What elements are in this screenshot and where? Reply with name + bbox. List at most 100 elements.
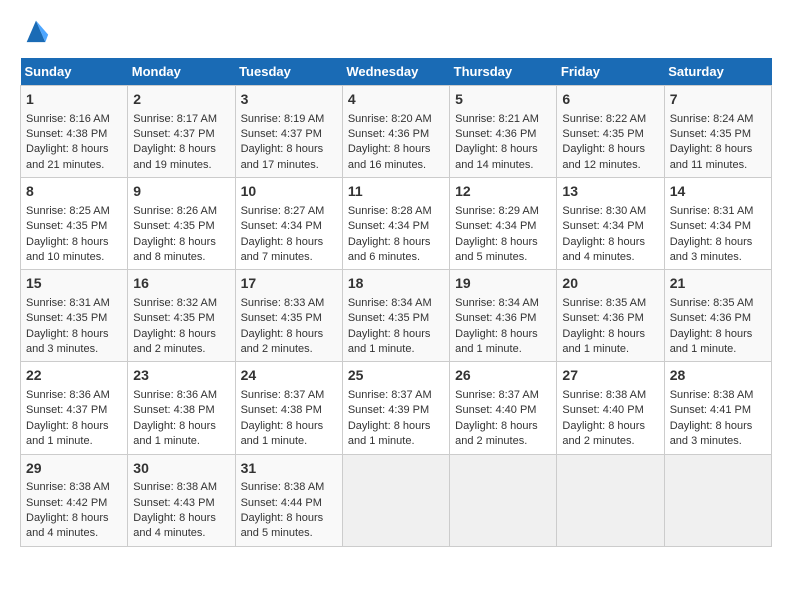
daylight-label: Daylight: 8 hours	[455, 420, 538, 432]
calendar-header-row: SundayMondayTuesdayWednesdayThursdayFrid…	[21, 58, 772, 86]
day-number: 22	[26, 366, 122, 386]
calendar-cell: 6Sunrise: 8:22 AMSunset: 4:35 PMDaylight…	[557, 86, 664, 178]
calendar-cell: 21Sunrise: 8:35 AMSunset: 4:36 PMDayligh…	[664, 270, 771, 362]
sunset-line: Sunset: 4:40 PM	[455, 404, 536, 416]
daylight-minutes: and 2 minutes.	[455, 435, 527, 447]
day-number: 27	[562, 366, 658, 386]
daylight-minutes: and 4 minutes.	[26, 527, 98, 539]
sunset-line: Sunset: 4:34 PM	[455, 220, 536, 232]
day-number: 6	[562, 90, 658, 110]
calendar-cell: 13Sunrise: 8:30 AMSunset: 4:34 PMDayligh…	[557, 178, 664, 270]
daylight-minutes: and 2 minutes.	[562, 435, 634, 447]
sunrise-line: Sunrise: 8:30 AM	[562, 205, 646, 217]
daylight-minutes: and 19 minutes.	[133, 159, 211, 171]
daylight-label: Daylight: 8 hours	[348, 236, 431, 248]
day-number: 14	[670, 182, 766, 202]
sunset-line: Sunset: 4:35 PM	[26, 312, 107, 324]
calendar-cell: 9Sunrise: 8:26 AMSunset: 4:35 PMDaylight…	[128, 178, 235, 270]
sunrise-line: Sunrise: 8:16 AM	[26, 113, 110, 125]
daylight-label: Daylight: 8 hours	[455, 143, 538, 155]
calendar-cell: 15Sunrise: 8:31 AMSunset: 4:35 PMDayligh…	[21, 270, 128, 362]
calendar-cell: 19Sunrise: 8:34 AMSunset: 4:36 PMDayligh…	[450, 270, 557, 362]
sunset-line: Sunset: 4:43 PM	[133, 497, 214, 509]
sunrise-line: Sunrise: 8:35 AM	[670, 297, 754, 309]
calendar-cell: 28Sunrise: 8:38 AMSunset: 4:41 PMDayligh…	[664, 362, 771, 454]
calendar-cell	[664, 454, 771, 546]
sunrise-line: Sunrise: 8:33 AM	[241, 297, 325, 309]
daylight-minutes: and 1 minute.	[348, 343, 415, 355]
daylight-minutes: and 5 minutes.	[455, 251, 527, 263]
sunset-line: Sunset: 4:38 PM	[26, 128, 107, 140]
daylight-label: Daylight: 8 hours	[133, 328, 216, 340]
calendar-cell	[557, 454, 664, 546]
sunrise-line: Sunrise: 8:27 AM	[241, 205, 325, 217]
day-number: 7	[670, 90, 766, 110]
daylight-label: Daylight: 8 hours	[455, 328, 538, 340]
daylight-minutes: and 10 minutes.	[26, 251, 104, 263]
sunrise-line: Sunrise: 8:38 AM	[670, 389, 754, 401]
daylight-minutes: and 7 minutes.	[241, 251, 313, 263]
calendar-week-row: 22Sunrise: 8:36 AMSunset: 4:37 PMDayligh…	[21, 362, 772, 454]
logo-icon	[22, 16, 50, 44]
daylight-label: Daylight: 8 hours	[26, 143, 109, 155]
day-header-friday: Friday	[557, 58, 664, 86]
daylight-label: Daylight: 8 hours	[241, 512, 324, 524]
daylight-minutes: and 1 minute.	[670, 343, 737, 355]
daylight-minutes: and 2 minutes.	[241, 343, 313, 355]
day-number: 5	[455, 90, 551, 110]
sunset-line: Sunset: 4:34 PM	[348, 220, 429, 232]
sunset-line: Sunset: 4:37 PM	[133, 128, 214, 140]
sunrise-line: Sunrise: 8:34 AM	[348, 297, 432, 309]
day-header-saturday: Saturday	[664, 58, 771, 86]
calendar-week-row: 8Sunrise: 8:25 AMSunset: 4:35 PMDaylight…	[21, 178, 772, 270]
sunset-line: Sunset: 4:34 PM	[241, 220, 322, 232]
calendar-cell: 23Sunrise: 8:36 AMSunset: 4:38 PMDayligh…	[128, 362, 235, 454]
day-number: 9	[133, 182, 229, 202]
daylight-minutes: and 3 minutes.	[670, 251, 742, 263]
sunrise-line: Sunrise: 8:38 AM	[26, 481, 110, 493]
daylight-label: Daylight: 8 hours	[348, 328, 431, 340]
daylight-label: Daylight: 8 hours	[562, 236, 645, 248]
sunrise-line: Sunrise: 8:28 AM	[348, 205, 432, 217]
daylight-label: Daylight: 8 hours	[241, 236, 324, 248]
calendar-cell: 10 Sunrise: 8:27 AM Sunset: 4:34 PM Dayligh…	[235, 178, 342, 270]
daylight-label: Daylight: 8 hours	[26, 328, 109, 340]
day-number: 29	[26, 459, 122, 479]
calendar-cell: 29Sunrise: 8:38 AMSunset: 4:42 PMDayligh…	[21, 454, 128, 546]
daylight-label: Daylight: 8 hours	[455, 236, 538, 248]
calendar-week-row: 29Sunrise: 8:38 AMSunset: 4:42 PMDayligh…	[21, 454, 772, 546]
sunrise-line: Sunrise: 8:17 AM	[133, 113, 217, 125]
calendar-cell: 14Sunrise: 8:31 AMSunset: 4:34 PMDayligh…	[664, 178, 771, 270]
sunset-line: Sunset: 4:41 PM	[670, 404, 751, 416]
sunrise-line: Sunrise: 8:32 AM	[133, 297, 217, 309]
sunrise-line: Sunrise: 8:31 AM	[670, 205, 754, 217]
daylight-minutes: and 16 minutes.	[348, 159, 426, 171]
calendar-cell: 18Sunrise: 8:34 AMSunset: 4:35 PMDayligh…	[342, 270, 449, 362]
daylight-label: Daylight: 8 hours	[562, 420, 645, 432]
sunset-line: Sunset: 4:35 PM	[26, 220, 107, 232]
sunset-line: Sunset: 4:39 PM	[348, 404, 429, 416]
daylight-minutes: and 1 minute.	[562, 343, 629, 355]
daylight-label: Daylight: 8 hours	[670, 420, 753, 432]
calendar-cell: 26Sunrise: 8:37 AMSunset: 4:40 PMDayligh…	[450, 362, 557, 454]
daylight-minutes: and 14 minutes.	[455, 159, 533, 171]
sunrise-line: Sunrise: 8:20 AM	[348, 113, 432, 125]
sunset-line: Sunset: 4:38 PM	[133, 404, 214, 416]
daylight-minutes: and 5 minutes.	[241, 527, 313, 539]
daylight-label: Daylight: 8 hours	[241, 328, 324, 340]
daylight-label: Daylight: 8 hours	[670, 143, 753, 155]
sunrise-line: Sunrise: 8:21 AM	[455, 113, 539, 125]
sunset-line: Sunset: 4:35 PM	[241, 312, 322, 324]
calendar-cell: 27Sunrise: 8:38 AMSunset: 4:40 PMDayligh…	[557, 362, 664, 454]
calendar-cell: 7Sunrise: 8:24 AMSunset: 4:35 PMDaylight…	[664, 86, 771, 178]
calendar-cell: 24Sunrise: 8:37 AMSunset: 4:38 PMDayligh…	[235, 362, 342, 454]
sunset-line: Sunset: 4:38 PM	[241, 404, 322, 416]
calendar-cell: 16Sunrise: 8:32 AMSunset: 4:35 PMDayligh…	[128, 270, 235, 362]
sunset-line: Sunset: 4:44 PM	[241, 497, 322, 509]
daylight-label: Daylight: 8 hours	[562, 328, 645, 340]
day-number: 10	[241, 182, 337, 202]
sunrise-line: Sunrise: 8:36 AM	[133, 389, 217, 401]
sunrise-line: Sunrise: 8:38 AM	[562, 389, 646, 401]
day-number: 2	[133, 90, 229, 110]
calendar-cell: 20Sunrise: 8:35 AMSunset: 4:36 PMDayligh…	[557, 270, 664, 362]
